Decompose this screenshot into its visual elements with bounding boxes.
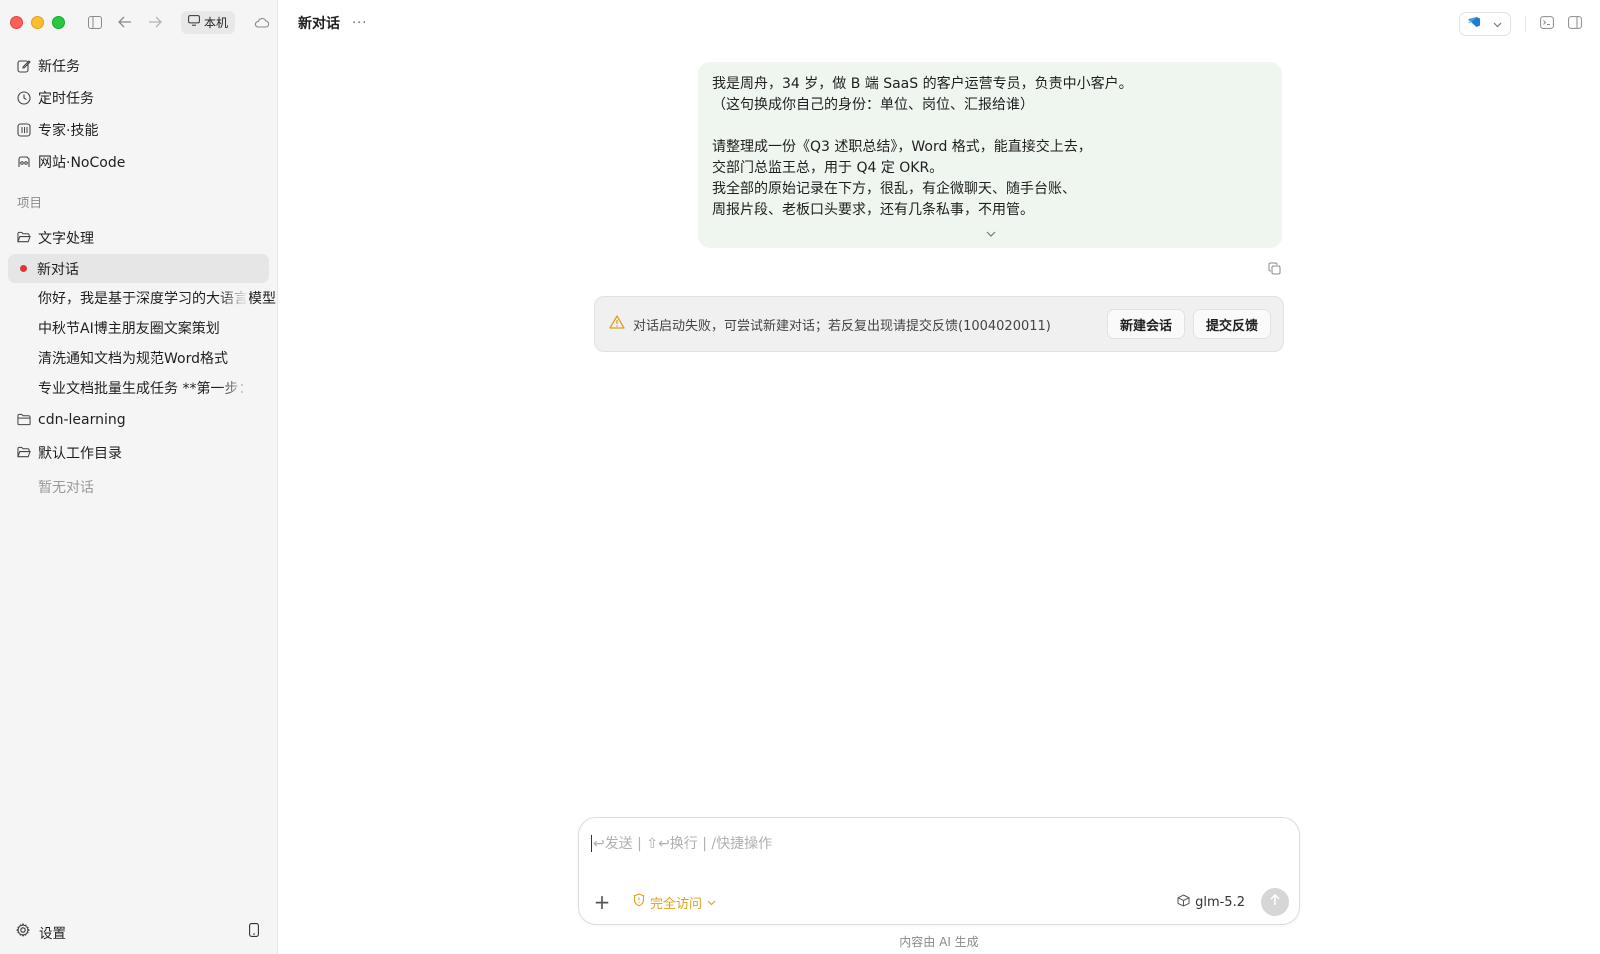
add-attachment-button[interactable]: + [593,890,611,914]
ai-generated-note: 内容由 AI 生成 [278,933,1600,950]
monitor-icon [188,15,200,29]
sidebar-item-scheduled-task[interactable]: 定时任务 [8,82,269,114]
model-selector[interactable]: glm-5.2 [1177,893,1245,911]
settings-button[interactable]: 设置 [16,922,66,942]
app-window: 本机 新任务 定时任务 专家·技能 网站·NoCode 项目 文字处理 新对话 … [0,0,1600,954]
empty-conversations-label: 暂无对话 [38,480,94,496]
vscode-icon [1468,16,1480,32]
window-controls [10,15,65,29]
terminal-icon[interactable] [1540,15,1554,33]
message-composer[interactable]: ↩发送 | ⇧↩换行 | /快捷操作 + 完全访问 glm-5.2 [578,817,1300,925]
access-mode-label: 完全访问 [650,896,703,912]
message-line: （这句换成你自己的身份：单位、岗位、汇报给谁） [712,97,1034,113]
skills-icon [17,123,31,137]
message-line: 交部门总监王总，用于 Q4 定 OKR。 [712,160,944,176]
location-label: 本机 [204,15,229,30]
gear-icon [16,923,30,941]
close-window-button[interactable] [10,15,23,29]
sidebar-item-nocode[interactable]: 网站·NoCode [8,146,269,178]
copy-icon[interactable] [1268,262,1281,279]
folder-label: cdn-learning [38,411,126,428]
main-panel: 新对话 ··· 我是周舟，34 岁，做 B 端 SaaS 的客户运营专员，负责中… [278,0,1600,954]
titlebar: 本机 [0,0,277,44]
conversation-label: 新对话 [37,261,79,278]
sidebar-item-label: 新任务 [38,59,80,75]
chevron-down-icon [707,895,716,910]
text-caret [591,834,592,852]
projects-section-label: 项目 [17,195,43,210]
expand-chevron-icon[interactable] [986,223,996,244]
conversation-label: 中秋节AI博主朋友圈文案策划 [38,321,220,337]
zoom-window-button[interactable] [52,15,65,29]
message-input[interactable]: ↩发送 | ⇧↩换行 | /快捷操作 [591,833,772,853]
submit-feedback-button[interactable]: 提交反馈 [1192,309,1271,339]
main-header: 新对话 ··· [278,0,1600,46]
clock-icon [17,91,31,105]
sidebar-item-skills[interactable]: 专家·技能 [8,114,269,146]
access-mode-dropdown[interactable]: 完全访问 [633,893,716,912]
conversation-label: 清洗通知文档为规范Word格式 [38,351,228,367]
message-line: 周报片段、老板口头要求，还有几条私事，不用管。 [712,202,1034,218]
sidebar-item-label: 网站·NoCode [38,155,126,171]
sidebar: 本机 新任务 定时任务 专家·技能 网站·NoCode 项目 文字处理 新对话 … [0,0,278,954]
folder-label: 默认工作目录 [38,445,122,462]
warning-icon [609,315,625,333]
folder-icon [17,413,31,427]
new-session-button[interactable]: 新建会话 [1106,309,1185,339]
sidebar-item-label: 定时任务 [38,91,94,107]
sidebar-item-label: 专家·技能 [38,123,99,139]
send-button[interactable] [1261,888,1289,916]
ai-note-text: 内容由 AI 生成 [899,935,979,949]
sidebar-nav: 新任务 定时任务 专家·技能 网站·NoCode [0,44,277,178]
conversation-active[interactable]: 新对话 [8,254,269,283]
composer-toolbar: + 完全访问 glm-5.2 [593,888,1289,916]
edit-icon [17,59,31,73]
folder-cdn-learning[interactable]: cdn-learning [0,403,277,436]
folder-open-icon [17,231,31,245]
error-banner: 对话启动失败，可尝试新建对话；若反复出现请提交反馈(1004020011) 新建… [594,296,1284,352]
folder-text-processing[interactable]: 文字处理 [0,221,277,254]
cloud-icon[interactable] [253,14,269,30]
model-label: glm-5.2 [1195,894,1245,910]
error-message: 对话启动失败，可尝试新建对话；若反复出现请提交反馈(1004020011) [633,318,1051,334]
minimize-window-button[interactable] [31,15,44,29]
conversation-item[interactable]: 你好，我是基于深度学习的大语言模型 [0,283,277,313]
header-actions [1459,12,1582,36]
message-line: 请整理成一份《Q3 述职总结》，Word 格式，能直接交上去， [712,139,1092,155]
chevron-down-icon [1493,17,1502,32]
forward-arrow-icon[interactable] [147,14,163,30]
back-arrow-icon[interactable] [117,14,133,30]
sidebar-item-new-task[interactable]: 新任务 [8,50,269,82]
conversation-item[interactable]: 专业文档批量生成任务 **第一步： [0,373,277,403]
shield-icon [633,893,645,911]
page-title: 新对话 [298,16,340,32]
nocode-icon [17,155,31,169]
location-local-chip[interactable]: 本机 [181,10,236,34]
folder-label: 文字处理 [38,230,94,247]
settings-label: 设置 [39,926,66,942]
message-line [712,116,1268,137]
more-options-button[interactable]: ··· [352,16,367,31]
message-line: 我全部的原始记录在下方，很乱，有企微聊天、随手台账、 [712,181,1076,197]
cube-icon [1177,893,1190,911]
user-message-bubble: 我是周舟，34 岁，做 B 端 SaaS 的客户运营专员，负责中小客户。 （这句… [698,62,1282,248]
sidebar-footer: 设置 [0,910,277,954]
active-dot-icon [20,265,27,272]
conversation-item[interactable]: 清洗通知文档为规范Word格式 [0,343,277,373]
phone-icon[interactable] [249,923,259,941]
folder-open-icon [17,446,31,460]
input-placeholder: ↩发送 | ⇧↩换行 | /快捷操作 [593,836,773,852]
message-line: 我是周舟，34 岁，做 B 端 SaaS 的客户运营专员，负责中小客户。 [712,76,1133,92]
arrow-up-icon [1270,893,1280,910]
panel-toggle-icon[interactable] [1568,15,1582,33]
folder-default-dir[interactable]: 默认工作目录 [0,436,277,469]
sidebar-toggle-icon[interactable] [87,14,103,30]
conversation-item[interactable]: 中秋节AI博主朋友圈文案策划 [0,313,277,343]
open-in-editor-dropdown[interactable] [1459,12,1511,36]
